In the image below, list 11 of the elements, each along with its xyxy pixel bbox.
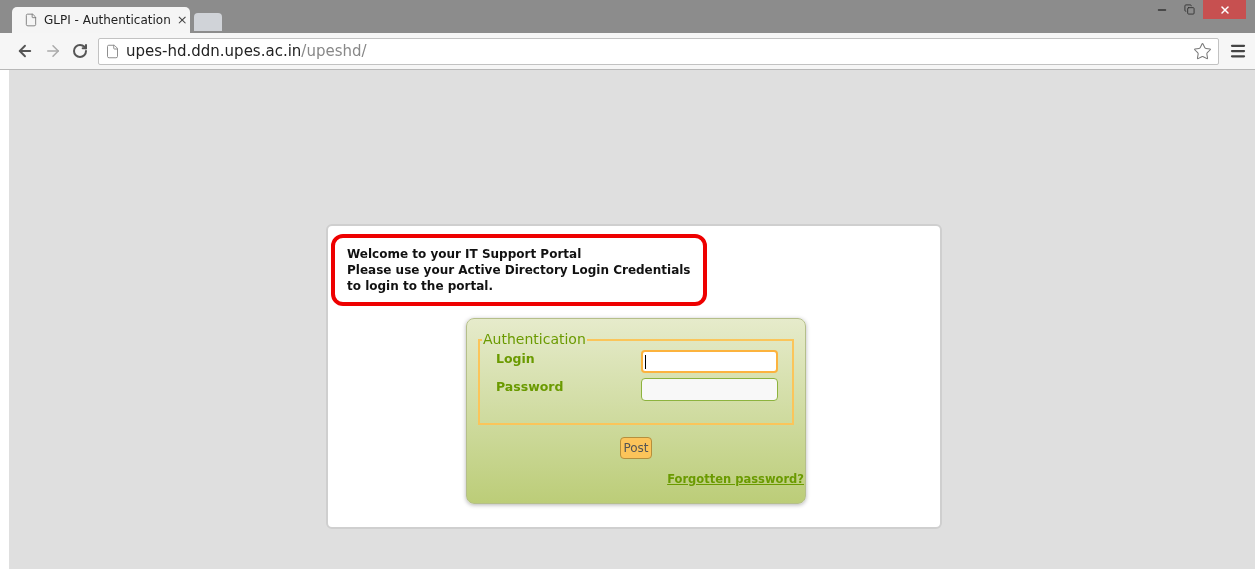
post-button[interactable]: Post	[620, 437, 652, 459]
field-label: Login	[496, 350, 535, 368]
field-label: Password	[496, 378, 564, 396]
browser-tab[interactable]: GLPI - Authentication ×	[12, 7, 190, 33]
welcome-notice: Welcome to your IT Support Portal Please use your Active Directory Login Credentials to login to the portal.	[331, 234, 707, 306]
url-path: /upeshd/	[301, 41, 367, 60]
address-bar[interactable]: upes-hd.ddn.upes.ac.in/upeshd/	[98, 37, 1219, 65]
tab-close[interactable]: ×	[176, 10, 188, 30]
url-host: upes-hd.ddn.upes.ac.in	[126, 41, 302, 60]
tab-title: GLPI - Authentication	[44, 12, 171, 29]
fieldset-legend: Authentication	[482, 329, 587, 350]
